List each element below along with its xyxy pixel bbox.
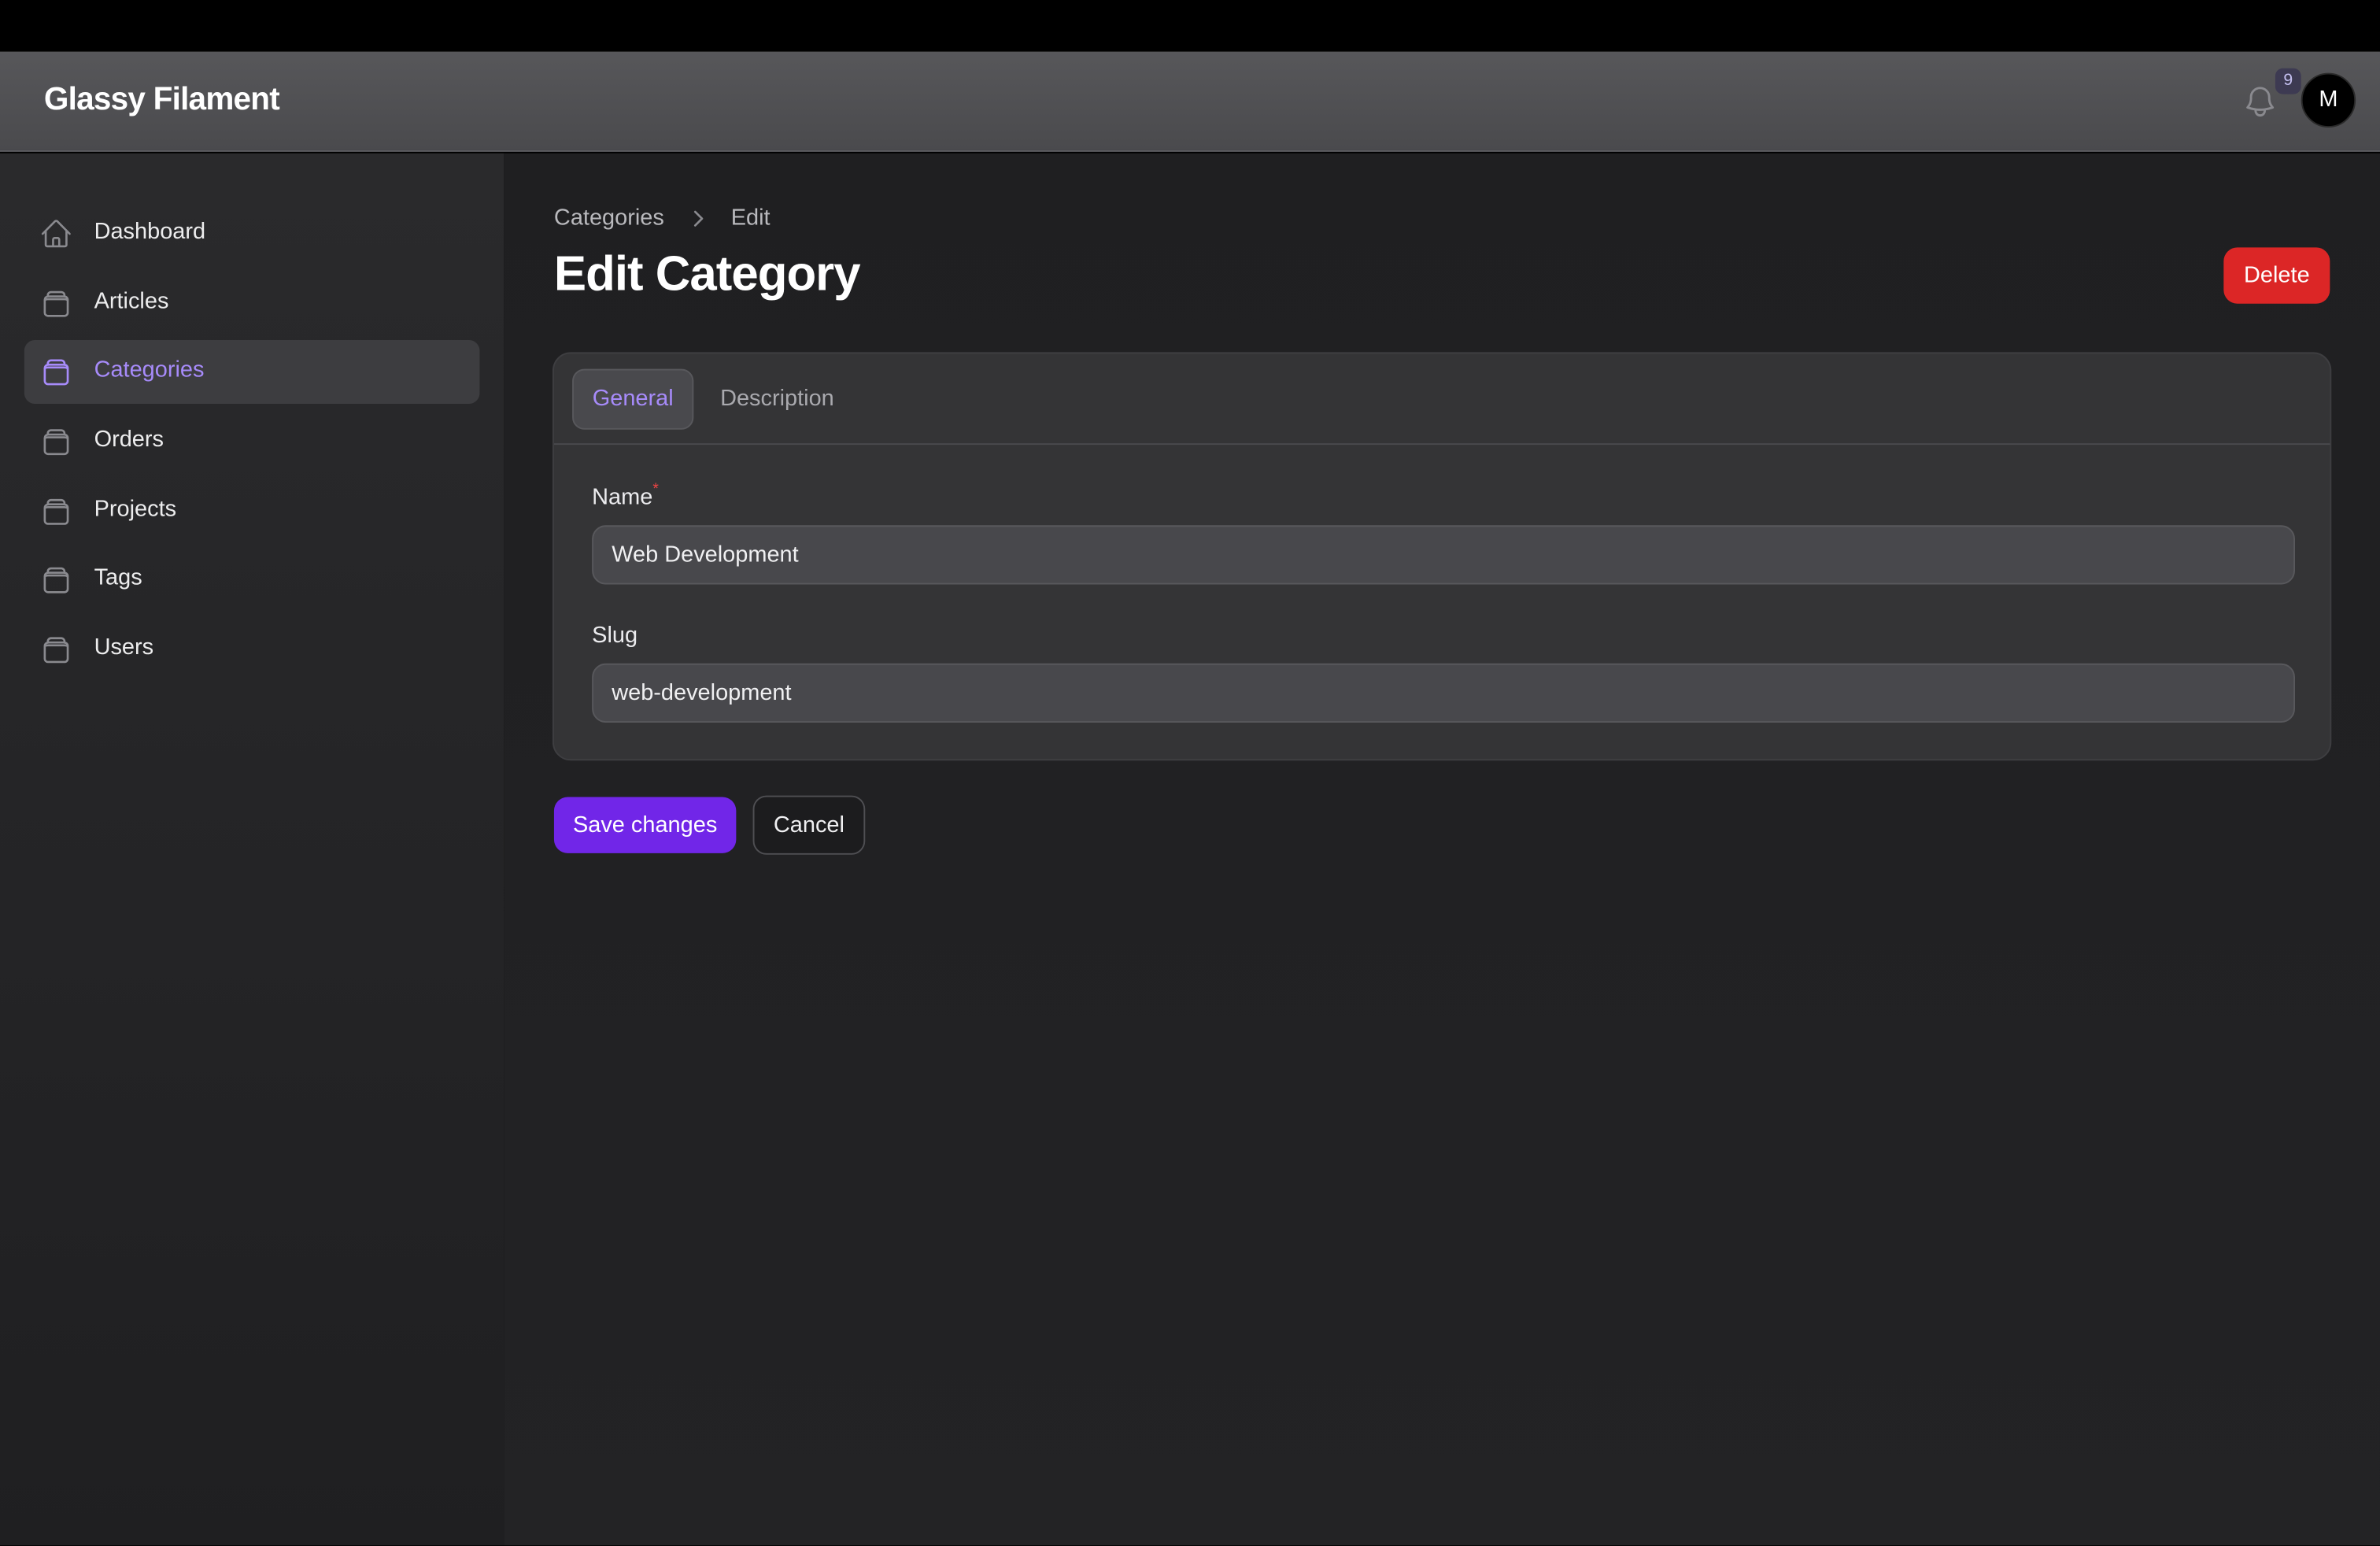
breadcrumb: Categories Edit	[554, 205, 771, 231]
cancel-button[interactable]: Cancel	[752, 795, 866, 855]
sidebar-item-label: Projects	[94, 496, 177, 523]
sidebar-item-articles[interactable]: Articles	[24, 272, 480, 335]
chevron-right-icon	[686, 205, 710, 230]
name-label-text: Name	[592, 484, 653, 510]
sidebar-item-projects[interactable]: Projects	[24, 479, 480, 543]
required-marker: *	[652, 481, 659, 498]
breadcrumb-current: Edit	[730, 205, 771, 231]
breadcrumb-parent-link[interactable]: Categories	[554, 205, 664, 231]
sidebar-item-categories[interactable]: Categories	[24, 339, 480, 404]
sidebar-item-label: Categories	[94, 357, 205, 383]
sidebar-item-label: Articles	[94, 288, 169, 315]
sidebar-item-tags[interactable]: Tags	[24, 548, 480, 612]
home-icon	[39, 217, 72, 250]
tab-description[interactable]: Description	[706, 369, 848, 430]
tab-bar: General Description	[553, 353, 2330, 446]
form-card: General Description Name* Slug	[552, 352, 2332, 761]
name-field-label: Name*	[592, 481, 659, 510]
slug-field-label: Slug	[592, 622, 638, 649]
sidebar-item-dashboard[interactable]: Dashboard	[24, 202, 480, 265]
top-bar: Glassy Filament	[0, 51, 2380, 152]
page-title: Edit Category	[553, 246, 861, 301]
tab-general[interactable]: General	[572, 368, 694, 430]
sidebar-item-label: Tags	[94, 564, 142, 591]
bell-icon[interactable]	[2241, 83, 2278, 120]
delete-button[interactable]: Delete	[2223, 247, 2330, 304]
sidebar-item-users[interactable]: Users	[24, 618, 480, 682]
brand-logo-text[interactable]: Glassy Filament	[44, 82, 280, 118]
name-input[interactable]	[592, 525, 2295, 585]
sidebar-item-label: Users	[94, 634, 154, 660]
slug-input[interactable]	[592, 663, 2295, 723]
user-avatar[interactable]: M	[2301, 72, 2356, 128]
stack-icon	[39, 495, 72, 528]
stack-icon	[39, 287, 72, 320]
app-window: Glassy Filament 9 M Dashboard Articles C…	[0, 0, 2380, 1546]
stack-icon	[39, 633, 72, 666]
stack-icon	[39, 425, 72, 458]
sidebar-item-label: Dashboard	[94, 218, 206, 245]
sidebar-item-orders[interactable]: Orders	[24, 410, 480, 474]
stack-icon	[39, 355, 72, 388]
save-changes-button[interactable]: Save changes	[553, 797, 737, 853]
stack-icon	[39, 563, 72, 596]
notification-count-badge: 9	[2275, 68, 2301, 94]
sidebar-item-label: Orders	[94, 426, 164, 453]
